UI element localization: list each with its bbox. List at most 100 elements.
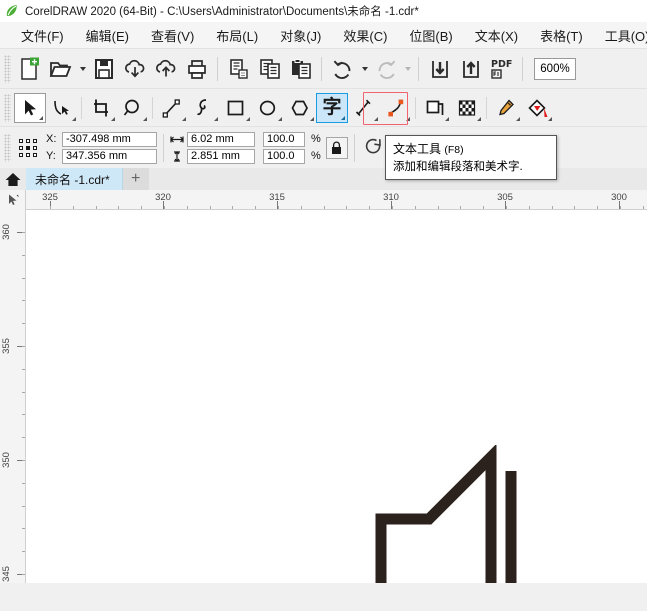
polygon-icon	[290, 98, 310, 118]
import-button[interactable]	[119, 53, 150, 85]
ruler-label: 305	[497, 192, 513, 203]
save-document-button[interactable]	[88, 53, 119, 85]
tool-crop[interactable]	[85, 93, 117, 123]
menu-bitmaps[interactable]: 位图(B)	[398, 23, 463, 48]
tool-zoom[interactable]	[117, 93, 149, 123]
export-arrow-button[interactable]	[455, 53, 486, 85]
object-position-grid-icon[interactable]	[14, 132, 42, 164]
flyout-triangle-icon	[246, 116, 250, 121]
arrow-up-box-icon	[461, 58, 481, 80]
horizontal-ruler[interactable]: 325 320 315 310 305 300	[0, 190, 647, 210]
tool-connector[interactable]	[380, 93, 412, 123]
menu-edit[interactable]: 编辑(E)	[75, 23, 140, 48]
scale-x-input[interactable]: 100.0	[263, 131, 305, 147]
tool-freehand[interactable]	[156, 93, 188, 123]
new-document-button[interactable]	[14, 53, 45, 85]
flyout-triangle-icon	[182, 116, 186, 121]
home-button[interactable]	[0, 168, 26, 190]
ruler-tick	[323, 206, 325, 209]
tool-rectangle[interactable]	[220, 93, 252, 123]
cloud-upload-icon	[154, 58, 178, 80]
import-arrow-button[interactable]	[424, 53, 455, 85]
scale-y-input[interactable]: 100.0	[263, 148, 305, 164]
ruler-origin-button[interactable]	[0, 190, 26, 210]
ruler-tick	[22, 414, 25, 416]
floppy-save-icon	[94, 58, 114, 80]
open-document-dropdown[interactable]	[76, 53, 88, 85]
toolbar-separator	[418, 56, 419, 81]
undo-dropdown[interactable]	[358, 53, 370, 85]
print-button[interactable]	[181, 53, 212, 85]
menu-tools[interactable]: 工具(O)	[594, 23, 647, 48]
menu-file[interactable]: 文件(F)	[10, 23, 75, 48]
ruler-tick	[22, 460, 25, 461]
y-position-input[interactable]: 347.356 mm	[62, 148, 157, 164]
add-document-tab-button[interactable]: +	[122, 168, 149, 190]
publish-pdf-button[interactable]: PDF	[486, 53, 517, 85]
tool-polygon[interactable]	[284, 93, 316, 123]
paste-button[interactable]	[285, 53, 316, 85]
ruler-tick	[620, 206, 621, 209]
menu-layout[interactable]: 布局(L)	[205, 23, 269, 48]
speaker-volume-icon-artwork[interactable]	[367, 445, 527, 583]
tool-text[interactable]: 字	[316, 92, 348, 123]
toolbox-separator	[415, 96, 416, 119]
ruler-label: 360	[1, 224, 12, 240]
undo-button[interactable]	[327, 53, 358, 85]
zoom-level-input[interactable]: 600%	[534, 57, 576, 80]
ruler-tick	[369, 206, 371, 209]
open-folder-icon	[49, 58, 72, 80]
artistic-media-icon	[194, 98, 214, 118]
toolbox-grip[interactable]	[4, 93, 11, 122]
vertical-ruler[interactable]: 360 355 350 345	[0, 210, 26, 583]
tool-interactive-fill[interactable]	[522, 93, 554, 123]
drawing-canvas[interactable]: 音量 ×	[27, 211, 647, 583]
flyout-triangle-icon	[39, 115, 43, 120]
ruler-label: 350	[1, 452, 12, 468]
tool-drop-shadow[interactable]	[419, 93, 451, 123]
rectangle-icon	[226, 98, 246, 118]
ruler-tick	[164, 206, 165, 209]
copy-button[interactable]	[254, 53, 285, 85]
drop-shadow-icon	[425, 98, 445, 118]
tool-transparency[interactable]	[451, 93, 483, 123]
ruler-tick	[186, 206, 188, 209]
toolbox-separator	[81, 96, 82, 119]
menu-view[interactable]: 查看(V)	[140, 23, 205, 48]
tool-dimension[interactable]	[348, 93, 380, 123]
ruler-tick	[483, 206, 485, 209]
crop-icon	[91, 98, 111, 118]
menu-effects[interactable]: 效果(C)	[332, 23, 398, 48]
document-tab-untitled-1[interactable]: 未命名 -1.cdr*	[26, 168, 123, 190]
ruler-tick	[22, 437, 25, 439]
flyout-triangle-icon	[143, 116, 147, 121]
x-position-input[interactable]: -307.498 mm	[62, 131, 157, 147]
tool-ellipse[interactable]	[252, 93, 284, 123]
object-height-input[interactable]: 2.851 mm	[187, 148, 255, 164]
menu-object[interactable]: 对象(J)	[269, 23, 332, 48]
menu-bar: 文件(F) 编辑(E) 查看(V) 布局(L) 对象(J) 效果(C) 位图(B…	[0, 22, 647, 48]
tool-artistic-media[interactable]	[188, 93, 220, 123]
tool-color-eyedropper[interactable]	[490, 93, 522, 123]
tool-pick[interactable]	[14, 92, 46, 123]
flyout-triangle-icon	[477, 116, 481, 121]
coreldraw-balloon-icon	[5, 4, 19, 18]
tool-shape[interactable]	[46, 93, 78, 123]
ruler-tick	[22, 551, 25, 553]
redo-arrow-icon	[374, 58, 398, 80]
menu-text[interactable]: 文本(X)	[464, 23, 529, 48]
open-document-button[interactable]	[45, 53, 76, 85]
ruler-tick	[460, 206, 462, 209]
standard-toolbar: PDF 600%	[0, 48, 647, 88]
property-bar-grip[interactable]	[4, 133, 11, 162]
lock-aspect-ratio-button[interactable]	[325, 136, 348, 159]
ruler-tick	[209, 206, 211, 209]
object-width-input[interactable]: 6.02 mm	[187, 131, 255, 147]
rotate-button[interactable]	[361, 132, 387, 164]
height-arrows-icon	[170, 150, 184, 162]
toolbar-grip[interactable]	[4, 54, 11, 83]
menu-table[interactable]: 表格(T)	[529, 23, 594, 48]
export-button[interactable]	[150, 53, 181, 85]
cut-button[interactable]	[223, 53, 254, 85]
tooltip-shortcut: (F8)	[444, 144, 464, 156]
